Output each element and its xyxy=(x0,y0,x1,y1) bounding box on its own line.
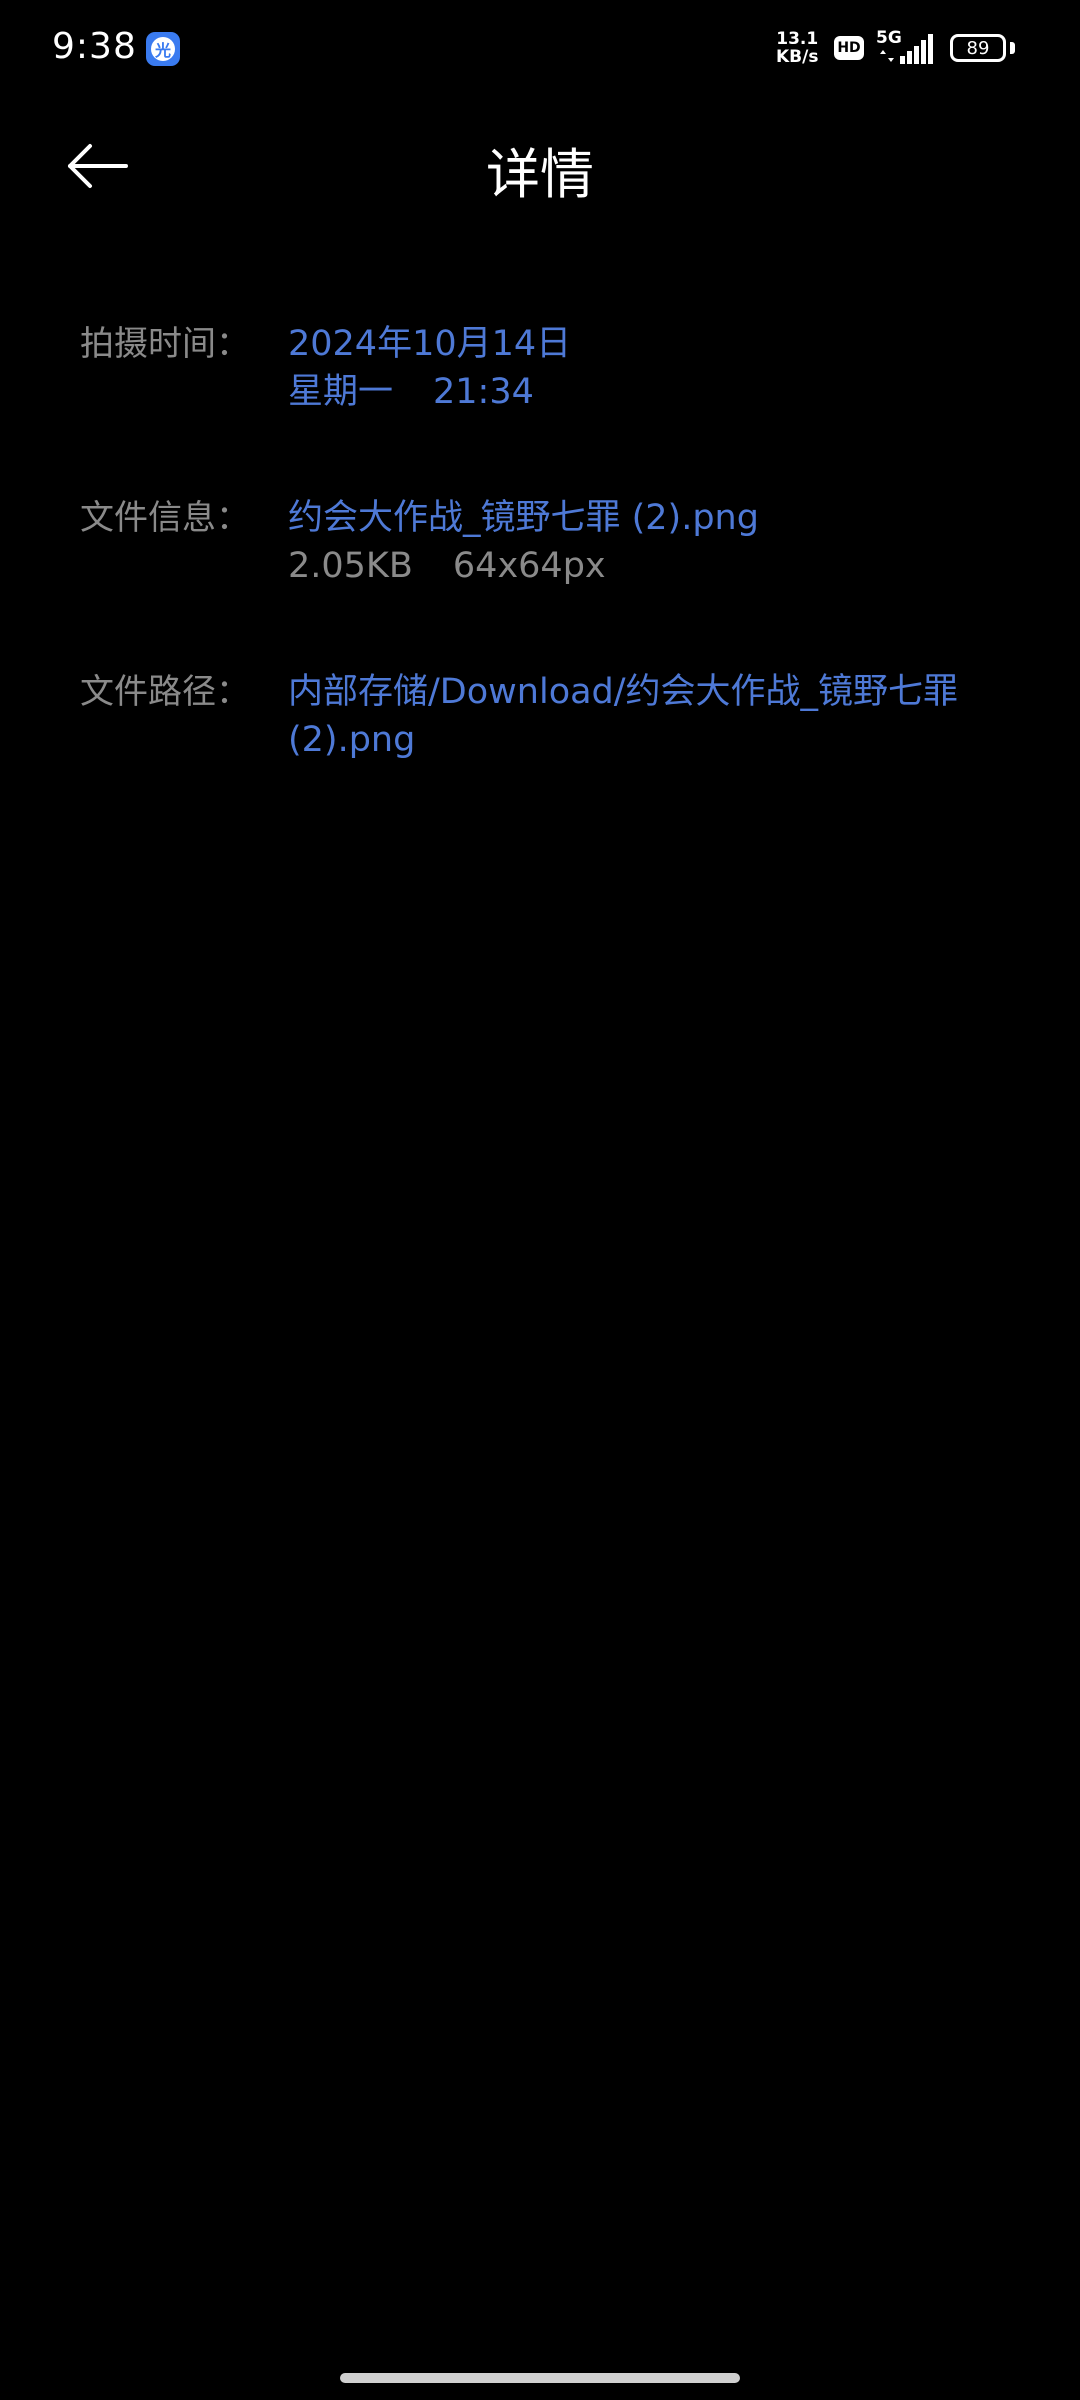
page-title: 详情 xyxy=(486,143,594,206)
home-gesture-bar[interactable] xyxy=(340,2373,740,2383)
app-notification-icon: 光 xyxy=(146,32,180,66)
capture-weekday-time: 星期一 21:34 xyxy=(288,368,1028,416)
status-time: 9:38 xyxy=(52,26,137,67)
file-info-label: 文件信息： xyxy=(80,498,250,538)
file-path-values[interactable]: 内部存储/Download/约会大作战_镜野七罪 (2).png xyxy=(288,668,1028,764)
file-path-label: 文件路径： xyxy=(80,672,250,712)
battery-level: 89 xyxy=(966,37,990,59)
capture-time-values: 2024年10月14日 星期一 21:34 xyxy=(288,320,1028,416)
file-path-line-2[interactable]: (2).png xyxy=(288,716,1028,764)
file-size-dimensions: 2.05KB 64x64px xyxy=(288,542,1028,590)
signal-strength-icon: 5G xyxy=(876,28,940,68)
network-speed-value: 13.1 xyxy=(776,29,819,49)
battery-tip xyxy=(1010,42,1015,54)
capture-weekday: 星期一 xyxy=(288,372,394,412)
capture-clock: 21:34 xyxy=(433,372,534,412)
file-info-values: 约会大作战_镜野七罪 (2).png 2.05KB 64x64px xyxy=(288,494,1028,590)
battery-icon: 89 xyxy=(950,34,1006,62)
file-path-line-1[interactable]: 内部存储/Download/约会大作战_镜野七罪 xyxy=(288,668,1028,716)
image-dimensions: 64x64px xyxy=(452,546,606,586)
status-bar: 9:38 光 13.1 KB/s HD 5G 89 xyxy=(0,0,1080,100)
capture-date: 2024年10月14日 xyxy=(288,324,572,364)
file-size: 2.05KB xyxy=(288,546,413,586)
capture-time-label: 拍摄时间： xyxy=(80,324,250,364)
network-speed-unit: KB/s xyxy=(776,47,819,67)
hd-voice-icon: HD xyxy=(834,36,864,60)
network-speed: 13.1 KB/s xyxy=(776,30,818,66)
file-name[interactable]: 约会大作战_镜野七罪 (2).png xyxy=(288,494,1028,542)
app-badge-glyph: 光 xyxy=(151,37,175,61)
